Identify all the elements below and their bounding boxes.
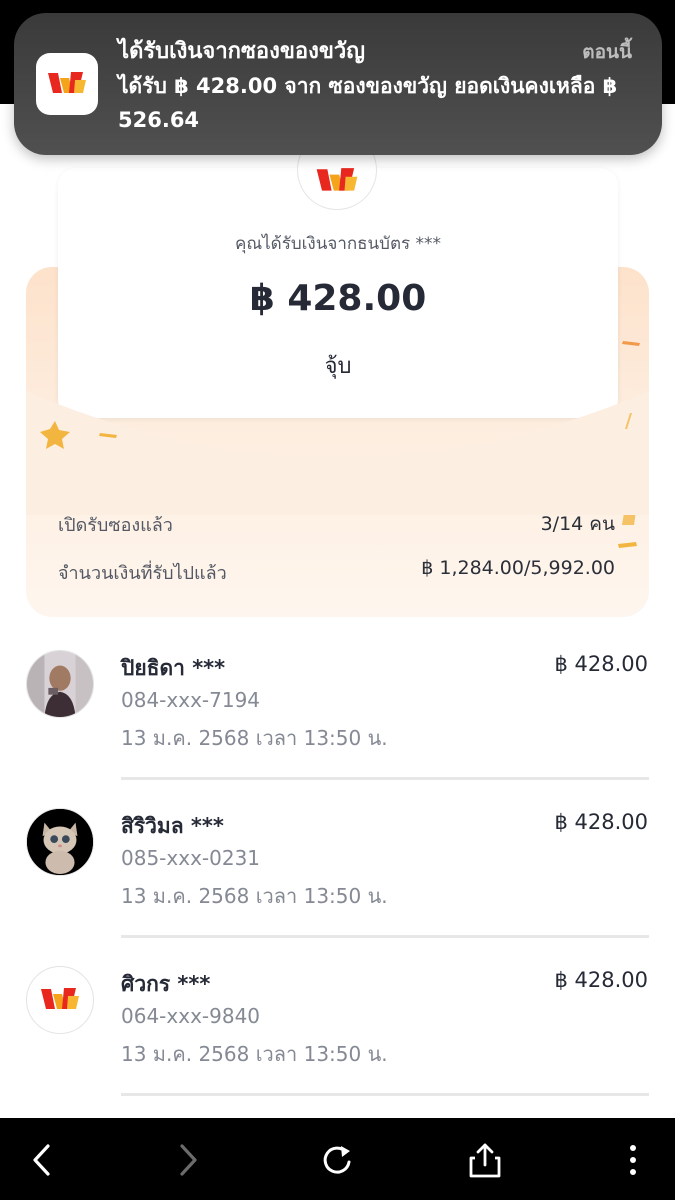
- notification-body: ได้รับ ฿ 428.00 จาก ซองของขวัญ ยอดเงินคง…: [118, 74, 618, 132]
- chevron-right-icon[interactable]: [166, 1138, 210, 1182]
- browser-toolbar: [0, 1118, 675, 1200]
- gift-amount: ฿ 428.00: [249, 278, 427, 319]
- recipient-datetime: 13 ม.ค. 2568 เวลา 13:50 น.: [121, 726, 388, 750]
- notification-title: ได้รับเงินจากซองของขวัญ: [118, 39, 366, 64]
- push-notification[interactable]: ได้รับเงินจากซองของขวัญ ตอนนี้ ได้รับ ฿ …: [14, 13, 662, 155]
- recipient-datetime: 13 ม.ค. 2568 เวลา 13:50 น.: [121, 884, 388, 908]
- avatar: [26, 808, 94, 876]
- recipient-name: ปิยธิดา ***: [121, 656, 226, 680]
- divider: [121, 777, 649, 780]
- recipient-amount: ฿ 428.00: [554, 810, 648, 834]
- confetti-piece: [618, 542, 637, 548]
- gift-envelope-logo-icon: [36, 53, 98, 115]
- chevron-left-icon[interactable]: [20, 1138, 64, 1182]
- recipient-phone: 084-xxx-7194: [121, 688, 261, 712]
- envelope-front: [26, 391, 649, 515]
- list-item: ศิวกร *** 064-xxx-9840 13 ม.ค. 2568 เวลา…: [0, 966, 675, 1124]
- opened-count-label: เปิดรับซองแล้ว: [58, 515, 173, 536]
- confetti-piece: [622, 341, 640, 346]
- received-amount-label: จำนวนเงินที่รับไปแล้ว: [58, 563, 227, 584]
- recipient-phone: 085-xxx-0231: [121, 846, 261, 870]
- reload-icon[interactable]: [315, 1138, 359, 1182]
- received-amount-value: ฿ 1,284.00/5,992.00: [421, 557, 615, 579]
- opened-count-value: 3/14 คน: [540, 513, 615, 535]
- divider: [121, 935, 649, 938]
- divider: [121, 1093, 649, 1096]
- list-item: ปิยธิดา *** 084-xxx-7194 13 ม.ค. 2568 เว…: [0, 650, 675, 808]
- recipient-phone: 064-xxx-9840: [121, 1004, 261, 1028]
- gift-subtitle: คุณได้รับเงินจากธนบัตร ***: [234, 234, 442, 254]
- recipient-amount: ฿ 428.00: [554, 652, 648, 676]
- share-icon[interactable]: [463, 1138, 507, 1182]
- avatar: [26, 650, 94, 718]
- recipient-datetime: 13 ม.ค. 2568 เวลา 13:50 น.: [121, 1042, 388, 1066]
- gift-envelope-logo-icon: [26, 966, 94, 1034]
- recipient-name: สิริวิมล ***: [121, 814, 224, 838]
- recipient-amount: ฿ 428.00: [554, 968, 648, 992]
- notification-time: ตอนนี้: [582, 41, 632, 63]
- recipient-name: จุ้บ: [324, 354, 352, 379]
- more-vertical-icon[interactable]: [611, 1138, 655, 1182]
- recipient-name: ศิวกร ***: [121, 972, 211, 996]
- list-item: สิริวิมล *** 085-xxx-0231 13 ม.ค. 2568 เ…: [0, 808, 675, 966]
